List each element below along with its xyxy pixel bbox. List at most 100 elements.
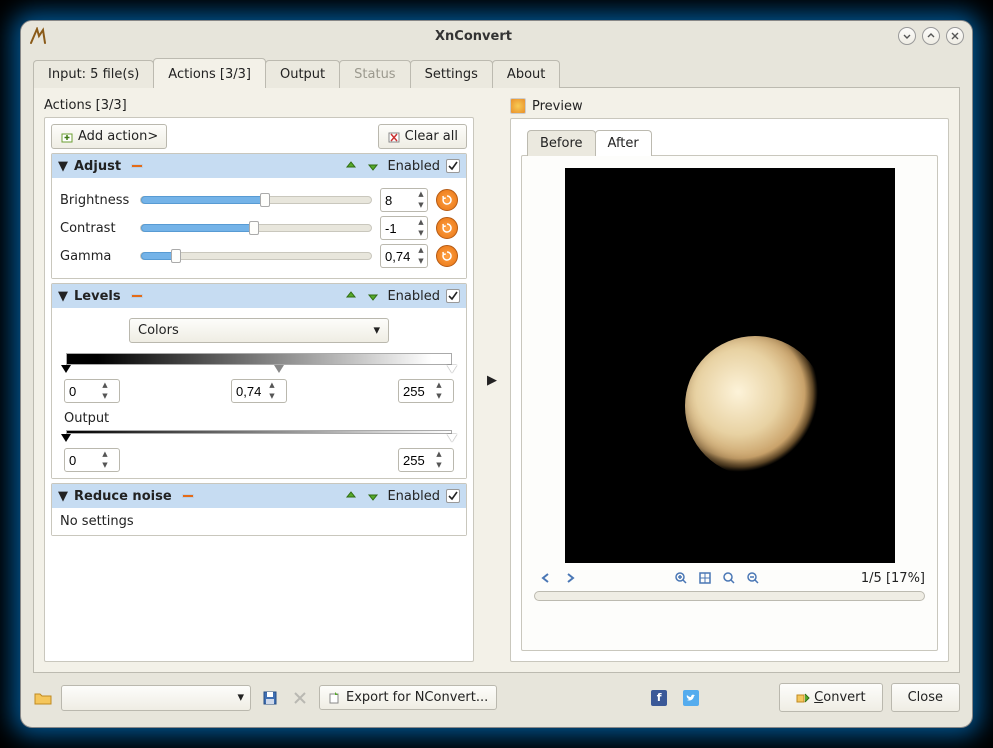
close-button[interactable] <box>946 27 964 45</box>
levels-low-input[interactable] <box>65 384 99 399</box>
script-combo[interactable]: ▾ <box>61 685 251 711</box>
move-up-button[interactable] <box>343 488 359 504</box>
save-script-button[interactable] <box>259 687 281 709</box>
titlebar: XnConvert <box>21 21 972 51</box>
tab-settings[interactable]: Settings <box>410 60 493 88</box>
enabled-checkbox[interactable] <box>446 489 460 503</box>
contrast-input[interactable] <box>381 221 415 236</box>
open-script-button[interactable] <box>33 689 53 707</box>
collapse-toggle[interactable]: ▼ <box>58 289 68 304</box>
levels-input-handles[interactable] <box>64 365 454 375</box>
levels-out-low-input[interactable] <box>65 453 99 468</box>
preview-title: Preview <box>532 99 583 114</box>
collapse-toggle[interactable]: ▼ <box>58 489 68 504</box>
levels-out-high-spinbox[interactable]: ▲▼ <box>398 448 454 472</box>
zoom-actual-button[interactable] <box>720 569 738 587</box>
enabled-checkbox[interactable] <box>446 159 460 173</box>
clear-all-label: Clear all <box>405 129 458 144</box>
export-label: Export for NConvert... <box>346 690 488 705</box>
moon-image <box>685 336 825 476</box>
levels-out-high-input[interactable] <box>399 453 433 468</box>
levels-input-values: ▲▼ ▲▼ ▲▼ <box>64 379 454 403</box>
brightness-slider[interactable] <box>140 196 372 204</box>
levels-out-high-handle[interactable] <box>447 434 457 442</box>
add-icon <box>60 130 74 144</box>
app-icon <box>29 27 47 45</box>
levels-out-low-spinbox[interactable]: ▲▼ <box>64 448 120 472</box>
gamma-slider[interactable] <box>140 252 372 260</box>
action-levels-body: Colors ▾ ▲▼ ▲▼ <box>52 308 466 478</box>
action-reduce-noise-body: No settings <box>52 508 466 535</box>
brightness-spinbox[interactable]: ▲▼ <box>380 188 428 212</box>
levels-mid-input[interactable] <box>232 384 266 399</box>
preview-status: 1/5 [17%] <box>861 571 925 586</box>
spin-up[interactable]: ▲ <box>415 217 427 228</box>
remove-action-button[interactable] <box>127 288 143 304</box>
tab-after[interactable]: After <box>595 130 652 156</box>
gamma-spinbox[interactable]: ▲▼ <box>380 244 428 268</box>
action-adjust-header: ▼ Adjust Enabled <box>52 154 466 178</box>
remove-action-button[interactable] <box>127 158 143 174</box>
levels-output-handles[interactable] <box>64 434 454 444</box>
move-up-button[interactable] <box>343 288 359 304</box>
convert-button[interactable]: Convert <box>779 683 882 712</box>
enabled-checkbox[interactable] <box>446 289 460 303</box>
levels-high-spinbox[interactable]: ▲▼ <box>398 379 454 403</box>
levels-high-input[interactable] <box>399 384 433 399</box>
contrast-slider[interactable] <box>140 224 372 232</box>
move-down-button[interactable] <box>365 158 381 174</box>
contrast-spinbox[interactable]: ▲▼ <box>380 216 428 240</box>
zoom-out-button[interactable] <box>744 569 762 587</box>
levels-high-handle[interactable] <box>447 365 457 373</box>
levels-channel-dropdown[interactable]: Colors ▾ <box>129 318 389 343</box>
zoom-fit-button[interactable] <box>696 569 714 587</box>
preview-scrollbar[interactable] <box>534 591 925 601</box>
minimize-button[interactable] <box>898 27 916 45</box>
chevron-down-icon: ▾ <box>237 690 244 705</box>
levels-low-handle[interactable] <box>61 365 71 373</box>
spin-up[interactable]: ▲ <box>415 189 427 200</box>
chevron-down-icon: ▾ <box>373 323 380 338</box>
add-action-button[interactable]: Add action> <box>51 124 167 149</box>
remove-action-button[interactable] <box>178 488 194 504</box>
levels-input-gradient[interactable] <box>66 353 452 365</box>
expand-handle[interactable]: ▶ <box>484 373 500 388</box>
move-up-button[interactable] <box>343 158 359 174</box>
brightness-reset-button[interactable] <box>436 189 458 211</box>
gamma-input[interactable] <box>381 249 415 264</box>
tab-actions[interactable]: Actions [3/3] <box>153 58 266 88</box>
levels-mid-handle[interactable] <box>274 365 284 373</box>
levels-low-spinbox[interactable]: ▲▼ <box>64 379 120 403</box>
tab-output[interactable]: Output <box>265 60 340 88</box>
spin-down[interactable]: ▼ <box>415 228 427 239</box>
export-nconvert-button[interactable]: Export for NConvert... <box>319 685 497 710</box>
collapse-toggle[interactable]: ▼ <box>58 159 68 174</box>
twitter-icon[interactable] <box>683 690 699 706</box>
zoom-in-button[interactable] <box>672 569 690 587</box>
levels-output-label: Output <box>64 411 454 426</box>
facebook-icon[interactable]: f <box>651 690 667 706</box>
convert-label: Convert <box>814 690 865 705</box>
levels-channel-value: Colors <box>138 323 179 338</box>
prev-image-button[interactable] <box>537 569 555 587</box>
move-down-button[interactable] <box>365 488 381 504</box>
move-down-button[interactable] <box>365 288 381 304</box>
tab-about[interactable]: About <box>492 60 560 88</box>
actions-title-row: Actions [3/3] <box>44 98 474 113</box>
levels-out-low-handle[interactable] <box>61 434 71 442</box>
spin-down[interactable]: ▼ <box>415 200 427 211</box>
gamma-reset-button[interactable] <box>436 245 458 267</box>
levels-mid-spinbox[interactable]: ▲▼ <box>231 379 287 403</box>
contrast-reset-button[interactable] <box>436 217 458 239</box>
close-app-button[interactable]: Close <box>891 683 960 712</box>
tab-before[interactable]: Before <box>527 130 596 156</box>
brightness-input[interactable] <box>381 193 415 208</box>
clear-all-button[interactable]: Clear all <box>378 124 467 149</box>
action-adjust: ▼ Adjust Enabled Brightness <box>51 153 467 279</box>
action-reduce-noise-title: Reduce noise <box>74 489 172 504</box>
spin-down[interactable]: ▼ <box>415 256 427 267</box>
maximize-button[interactable] <box>922 27 940 45</box>
tab-input[interactable]: Input: 5 file(s) <box>33 60 154 88</box>
next-image-button[interactable] <box>561 569 579 587</box>
spin-up[interactable]: ▲ <box>415 245 427 256</box>
